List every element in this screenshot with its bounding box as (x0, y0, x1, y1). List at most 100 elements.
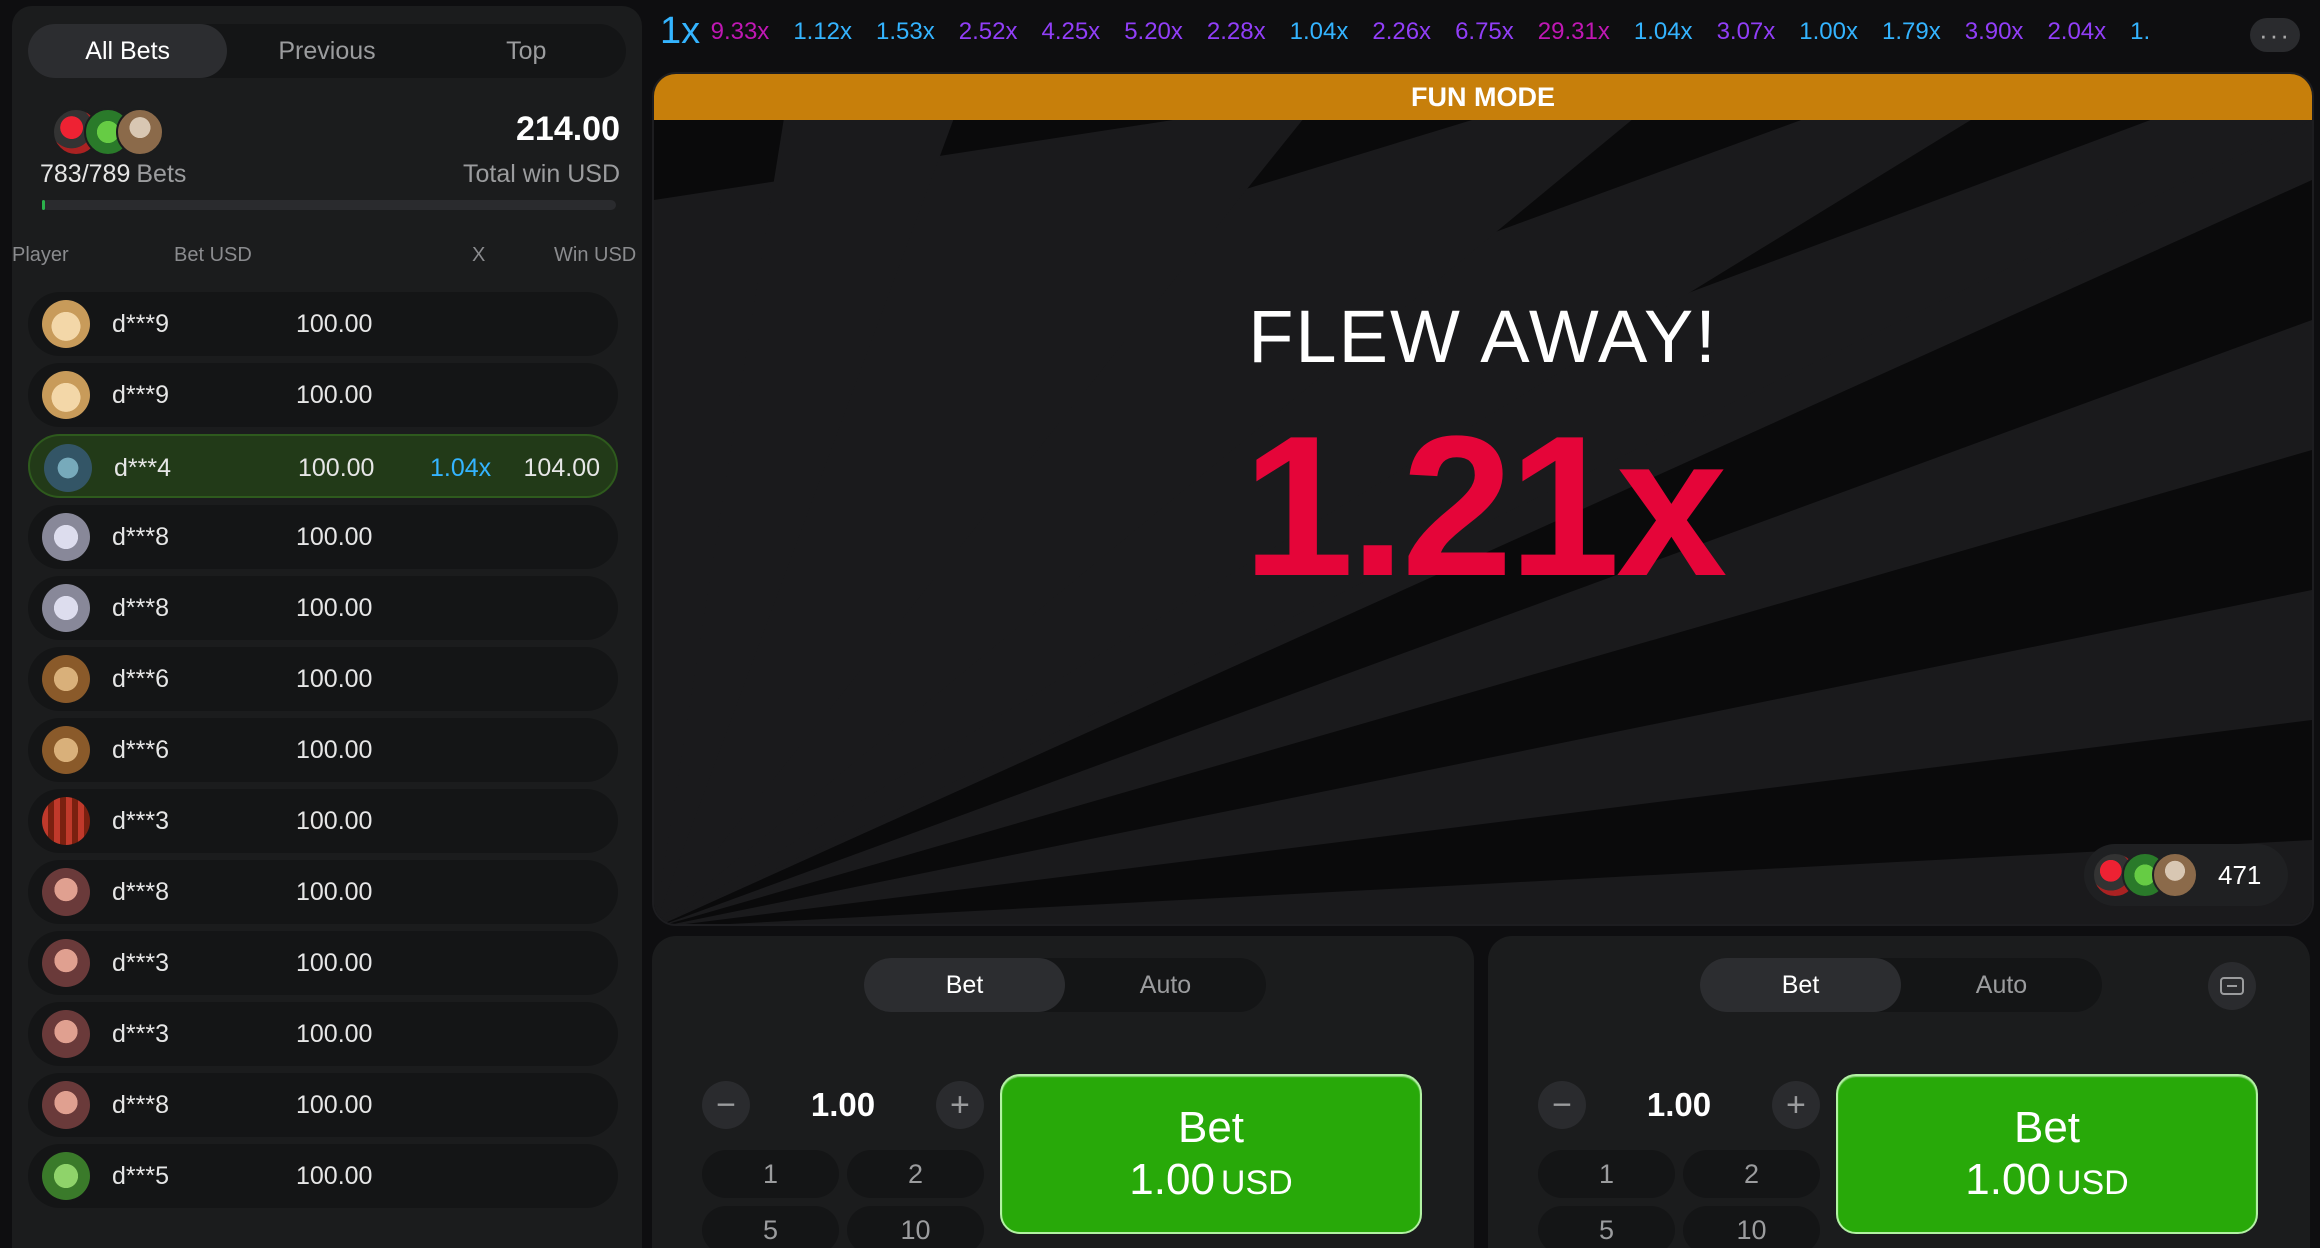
player-name: d***4 (114, 454, 171, 482)
increase-button[interactable]: + (1771, 1081, 1820, 1129)
multiplier-history: 1x 9.33x 1.12x 1.53x 2.52x 4.25x 5.20x 2.28x 1.… (660, 10, 2220, 60)
table-row: d***6 100.00 (28, 718, 618, 782)
bet-amount: 100.00 (296, 310, 373, 338)
bet-button-amount: 1.00 USD (1965, 1155, 2128, 1205)
quick-amount-button[interactable]: 10 (1683, 1206, 1820, 1248)
column-player: Player (12, 244, 69, 266)
history-item[interactable]: 1.00x (1799, 18, 1858, 46)
history-item[interactable]: 1.04x (1290, 18, 1349, 46)
history-item[interactable]: 1.04x (1634, 18, 1693, 46)
avatar (116, 108, 164, 156)
quick-amount-button[interactable]: 1 (1538, 1150, 1675, 1198)
tab-previous[interactable]: Previous (227, 24, 426, 78)
minus-icon: − (1552, 1085, 1572, 1124)
avatar (42, 726, 90, 774)
plus-icon: + (950, 1085, 970, 1124)
table-row: d***4 100.00 1.04x 104.00 (28, 434, 618, 498)
quick-amount-button[interactable]: 10 (847, 1206, 984, 1248)
tab-bet[interactable]: Bet (864, 958, 1065, 1012)
bet-button-currency: USD (1220, 1164, 1293, 1202)
history-item[interactable]: 1.53x (876, 18, 935, 46)
plus-icon: + (1786, 1085, 1806, 1124)
online-players-badge[interactable]: 471 (2084, 844, 2288, 906)
bet-button-amount-value: 1.00 (1965, 1155, 2051, 1204)
bet-button-amount: 1.00 USD (1129, 1155, 1292, 1205)
tab-auto[interactable]: Auto (1901, 958, 2102, 1012)
bets-progress-bar (42, 200, 616, 210)
total-win-value: 214.00 (516, 110, 620, 148)
avatar (42, 371, 90, 419)
tab-auto[interactable]: Auto (1065, 958, 1266, 1012)
bet-amount: 100.00 (296, 1091, 373, 1119)
avatar (2152, 852, 2198, 898)
crash-multiplier: 1.21x (1242, 395, 1728, 618)
table-row: d***3 100.00 (28, 931, 618, 995)
bet-amount-value[interactable]: 1.00 (811, 1086, 875, 1124)
player-name: d***8 (112, 594, 169, 622)
table-row: d***9 100.00 (28, 363, 618, 427)
game-canvas: FUN MODE FLEW AWAY! 1.21x 471 (652, 72, 2314, 926)
history-item[interactable]: 3.07x (1717, 18, 1776, 46)
history-menu-button[interactable]: ··· (2250, 18, 2300, 52)
decrease-button[interactable]: − (1538, 1081, 1586, 1129)
bet-amount: 100.00 (296, 949, 373, 977)
bet-amount: 100.00 (298, 454, 375, 482)
bets-panel: All Bets Previous Top 783/789 Bets 214.00… (12, 6, 642, 1248)
history-item[interactable]: 9.33x (711, 18, 770, 46)
history-item[interactable]: 1.12x (793, 18, 852, 46)
quick-amount-button[interactable]: 5 (1538, 1206, 1675, 1248)
bets-summary: 783/789 Bets 214.00 Total win USD (28, 92, 626, 212)
player-name: d***9 (112, 310, 169, 338)
bet-amount: 100.00 (296, 523, 373, 551)
tab-all-bets[interactable]: All Bets (28, 24, 228, 78)
online-avatars (2092, 852, 2198, 898)
bets-count-label: Bets (136, 160, 187, 188)
table-row: d***8 100.00 (28, 1073, 618, 1137)
bets-count-value: 783/789 (40, 160, 131, 188)
quick-amount-button[interactable]: 2 (847, 1150, 984, 1198)
decrease-button[interactable]: − (702, 1081, 750, 1129)
bet-button-amount-value: 1.00 (1129, 1155, 1215, 1204)
avatar (42, 868, 90, 916)
history-item[interactable]: 2.52x (959, 18, 1018, 46)
avatar (42, 797, 90, 845)
history-item[interactable]: 2.26x (1372, 18, 1431, 46)
tab-top[interactable]: Top (427, 24, 626, 78)
increase-button[interactable]: + (935, 1081, 984, 1129)
bet-amount: 100.00 (296, 381, 373, 409)
flew-away-text: FLEW AWAY! (1248, 295, 1718, 378)
player-name: d***6 (112, 665, 169, 693)
remove-panel-button[interactable] (2208, 962, 2256, 1010)
avatar (42, 655, 90, 703)
quick-amount-button[interactable]: 1 (702, 1150, 839, 1198)
quick-amount-button[interactable]: 2 (1683, 1150, 1820, 1198)
bet-amount: 100.00 (296, 807, 373, 835)
bet-panel-tabs: Bet Auto (1700, 958, 2102, 1012)
history-item[interactable]: 1. (2130, 18, 2150, 46)
bet-amount: 100.00 (296, 878, 373, 906)
history-item[interactable]: 2.04x (2047, 18, 2106, 46)
history-item[interactable]: 29.31x (1538, 18, 1610, 46)
table-row: d***6 100.00 (28, 647, 618, 711)
history-item[interactable]: 1.79x (1882, 18, 1941, 46)
place-bet-button[interactable]: Bet 1.00 USD (1836, 1074, 2258, 1234)
history-item[interactable]: 4.25x (1041, 18, 1100, 46)
place-bet-button[interactable]: Bet 1.00 USD (1000, 1074, 1422, 1234)
player-name: d***8 (112, 523, 169, 551)
history-item[interactable]: 2.28x (1207, 18, 1266, 46)
history-item[interactable]: 6.75x (1455, 18, 1514, 46)
bet-panel-tabs: Bet Auto (864, 958, 1266, 1012)
history-item[interactable]: 3.90x (1965, 18, 2024, 46)
bet-panel-2: Bet Auto − 1.00 + 1 2 5 10 Bet 1.00 USD (1488, 936, 2310, 1248)
column-win: Win USD (554, 244, 637, 266)
bet-amount-value[interactable]: 1.00 (1647, 1086, 1711, 1124)
quick-amounts: 1 2 5 10 (1538, 1150, 1820, 1248)
table-row: d***8 100.00 (28, 576, 618, 640)
avatar (42, 584, 90, 632)
player-name: d***3 (112, 1020, 169, 1048)
history-item[interactable]: 5.20x (1124, 18, 1183, 46)
bets-progress-fill (42, 200, 46, 210)
quick-amount-button[interactable]: 5 (702, 1206, 839, 1248)
tab-bet[interactable]: Bet (1700, 958, 1901, 1012)
avatar (42, 1081, 90, 1129)
